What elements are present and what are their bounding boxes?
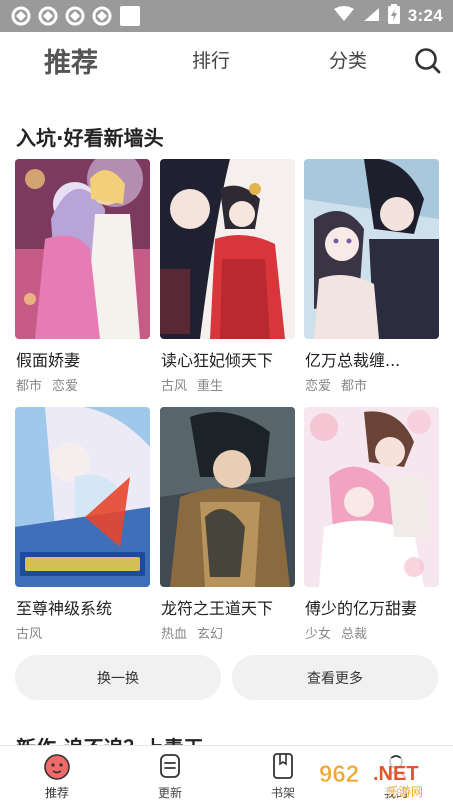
- sync-icon: [91, 6, 112, 27]
- section-title: 入坑·好看新墙头: [16, 126, 164, 150]
- comic-tag: 恋爱: [305, 379, 332, 394]
- comic-card[interactable]: 读心狂妃倾天下 古风 重生: [160, 159, 295, 394]
- comic-card[interactable]: 假面娇妻 都市 恋爱: [15, 159, 150, 394]
- comic-tag: 少女: [305, 627, 332, 642]
- comic-tags: 少女 总裁: [305, 623, 377, 642]
- comic-title[interactable]: 至尊神级系统: [16, 595, 112, 619]
- comic-title[interactable]: 傅少的亿万甜妻: [305, 595, 417, 619]
- sync-icon: [37, 6, 58, 27]
- tab-category[interactable]: 分类: [329, 46, 367, 73]
- signal-icon: [362, 6, 380, 26]
- comic-title[interactable]: 假面娇妻: [16, 347, 80, 371]
- bottom-nav-update[interactable]: 更新: [135, 752, 205, 801]
- comic-tag: 重生: [197, 379, 224, 394]
- comic-tag: 都市: [341, 379, 368, 394]
- comic-tag: 恋爱: [52, 379, 79, 394]
- sync-icon: [10, 6, 31, 27]
- battery-icon: [387, 4, 400, 28]
- sync-icon: [64, 6, 85, 27]
- comic-tag: 热血: [161, 627, 188, 642]
- svg-text:乐游网: 乐游网: [387, 785, 423, 799]
- comic-tag: 总裁: [341, 627, 368, 642]
- search-icon[interactable]: [413, 46, 443, 76]
- comic-card[interactable]: 傅少的亿万甜妻 少女 总裁: [304, 407, 439, 642]
- view-more-button[interactable]: 查看更多: [232, 655, 438, 700]
- comic-tags: 热血 玄幻: [161, 623, 233, 642]
- comic-tag: 玄幻: [197, 627, 224, 642]
- comic-card[interactable]: 亿万总裁缠... 恋爱 都市: [304, 159, 439, 394]
- tab-recommend[interactable]: 推荐: [44, 41, 98, 80]
- top-nav: 推荐 排行 分类: [0, 32, 453, 94]
- svg-text:962: 962: [319, 761, 359, 788]
- comic-tags: 都市 恋爱: [16, 375, 88, 394]
- comic-tags: 古风 重生: [161, 375, 233, 394]
- status-time: 3:24: [407, 6, 443, 25]
- status-bar: 3:24: [0, 0, 453, 32]
- watermark-logo: 962 .NET 乐游网: [313, 752, 453, 800]
- refresh-button[interactable]: 换一换: [15, 655, 221, 700]
- comic-tags: 古风: [16, 623, 52, 642]
- tab-ranking[interactable]: 排行: [192, 46, 230, 73]
- comic-tag: 古风: [16, 627, 43, 642]
- comic-tag: 都市: [16, 379, 43, 394]
- comic-cover[interactable]: [304, 159, 439, 339]
- comic-cover[interactable]: [160, 407, 295, 587]
- comic-tags: 恋爱 都市: [305, 375, 377, 394]
- comic-card[interactable]: 龙符之王道天下 热血 玄幻: [160, 407, 295, 642]
- bottom-nav-recommend[interactable]: 推荐: [22, 752, 92, 801]
- comic-title[interactable]: 读心狂妃倾天下: [161, 347, 273, 371]
- comic-tag: 古风: [161, 379, 188, 394]
- bottom-nav-label: 更新: [157, 786, 182, 800]
- bottom-nav-label: 书架: [270, 786, 295, 800]
- app-notification-icon: [120, 6, 140, 26]
- comic-title[interactable]: 龙符之王道天下: [161, 595, 273, 619]
- wifi-icon: [333, 6, 354, 26]
- comic-cover[interactable]: [15, 159, 150, 339]
- bottom-nav-label: 推荐: [44, 786, 69, 800]
- home-icon: [43, 752, 71, 780]
- svg-text:.NET: .NET: [373, 763, 419, 785]
- comic-cover[interactable]: [304, 407, 439, 587]
- bookshelf-icon: [269, 752, 297, 780]
- comic-cover[interactable]: [160, 159, 295, 339]
- comic-card[interactable]: 至尊神级系统 古风: [15, 407, 150, 642]
- update-icon: [156, 752, 184, 780]
- bottom-nav-bookshelf[interactable]: 书架: [248, 752, 318, 801]
- comic-title[interactable]: 亿万总裁缠...: [305, 347, 400, 371]
- comic-cover[interactable]: [15, 407, 150, 587]
- status-notifications: [10, 6, 140, 27]
